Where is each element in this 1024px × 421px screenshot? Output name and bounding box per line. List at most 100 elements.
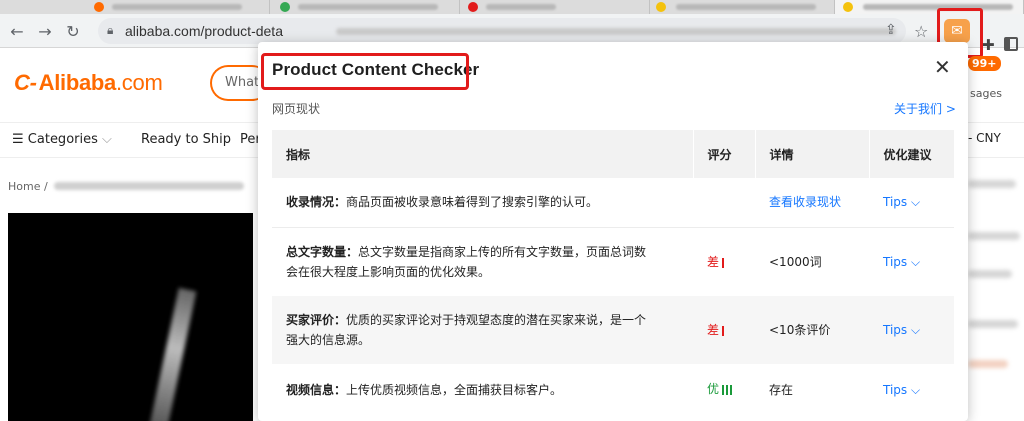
tab-title-blurred — [486, 4, 556, 10]
score-label: 差 — [707, 322, 720, 337]
table-row: 收录情况：商品页面被收录意味着得到了搜索引擎的认可。 查看收录现状 Tips ⌵ — [272, 178, 954, 228]
metric-name: 买家评价： — [286, 313, 347, 327]
tips-dropdown[interactable]: Tips ⌵ — [883, 323, 920, 337]
product-image[interactable] — [8, 213, 253, 421]
browser-tab[interactable] — [270, 0, 460, 14]
detail-cell: 查看收录现状 — [755, 178, 869, 228]
browser-tab[interactable] — [460, 0, 650, 14]
tab-strip — [0, 0, 1024, 14]
column-header: 优化建议 — [869, 130, 955, 178]
extension-popup: Product Content Checker ✕ 网页现状 关于我们 > 指标… — [258, 42, 968, 421]
column-header: 指标 — [272, 130, 694, 178]
address-bar[interactable]: 🔒︎ alibaba.com/product-deta ⇪ — [98, 18, 906, 44]
tips-dropdown[interactable]: Tips ⌵ — [883, 383, 920, 397]
tab-title-blurred — [112, 4, 242, 10]
browser-tab[interactable] — [650, 0, 835, 14]
table-row: 总文字数量：总文字数量是指商家上传的所有文字数量，页面总词数会在很大程度上影响页… — [272, 227, 954, 296]
tab-favicon-icon — [94, 2, 104, 12]
arrow-right-icon[interactable]: → — [34, 20, 56, 42]
chevron-down-icon: ⌵ — [911, 382, 921, 397]
tips-label: Tips — [883, 254, 908, 269]
detail-cell: 存在 — [755, 364, 869, 415]
chevron-down-icon: ⌵ — [911, 195, 921, 210]
title-highlight-box — [261, 53, 469, 90]
detail-cell: <10条评价 — [755, 296, 869, 364]
page-blurred — [968, 360, 1008, 368]
score-cell: 差 — [693, 227, 755, 296]
tips-cell: Tips ⌵ — [869, 364, 954, 415]
currency-selector[interactable]: - CNY — [968, 131, 1001, 145]
score-label: 差 — [707, 254, 720, 269]
logo-suffix: .com — [116, 70, 163, 95]
metric-name: 总文字数量： — [286, 244, 359, 259]
tips-cell: Tips ⌵ — [869, 178, 954, 228]
tab-title-blurred — [298, 4, 438, 10]
chevron-down-icon: ⌵ — [102, 132, 112, 147]
reload-icon[interactable]: ↻ — [62, 20, 84, 42]
section-label: 网页现状 — [272, 102, 321, 116]
arrow-left-icon[interactable]: ← — [6, 20, 28, 42]
metric-name: 视频信息： — [286, 382, 347, 397]
detail-value: <1000词 — [769, 254, 822, 269]
side-panel-icon[interactable] — [1004, 37, 1018, 51]
alibaba-logo[interactable]: C-Alibaba.com — [14, 70, 163, 96]
breadcrumb-separator: / — [43, 180, 48, 193]
score-cell — [693, 178, 755, 228]
tab-title-blurred — [676, 4, 816, 10]
categories-menu[interactable]: ☰ Categories ⌵ — [12, 132, 112, 147]
score-label: 优 — [707, 382, 720, 397]
tab-favicon-icon — [843, 2, 853, 12]
tab-favicon-icon — [468, 2, 478, 12]
table-row: 视频信息：上传优质视频信息，全面捕获目标客户。 优 存在 Tips ⌵ — [272, 364, 954, 415]
metric-description: 商品页面被收录意味着得到了搜索引擎的认可。 — [346, 195, 599, 210]
browser-tab[interactable] — [60, 0, 270, 14]
about-us-link[interactable]: 关于我们 > — [894, 100, 956, 117]
browser-tab-active[interactable] — [835, 0, 1024, 14]
metric-cell: 总文字数量：总文字数量是指商家上传的所有文字数量，页面总词数会在很大程度上影响页… — [272, 227, 693, 296]
breadcrumb-home[interactable]: Home — [8, 180, 40, 193]
column-header: 评分 — [693, 130, 756, 178]
tips-label: Tips — [883, 382, 908, 397]
detail-cell: <1000词 — [755, 227, 869, 296]
tips-cell: Tips ⌵ — [869, 296, 954, 364]
categories-label: Categories — [27, 132, 98, 147]
detail-value: 存在 — [769, 382, 794, 397]
chevron-down-icon: ⌵ — [911, 254, 921, 269]
detail-value: <10条评价 — [769, 323, 831, 337]
score-bars-icon — [722, 320, 726, 340]
logo-name: Alibaba — [38, 70, 117, 95]
chevron-down-icon: ⌵ — [911, 323, 921, 337]
close-icon[interactable]: ✕ — [934, 55, 951, 79]
score-bars-icon — [722, 252, 726, 272]
metric-cell: 视频信息：上传优质视频信息，全面捕获目标客户。 — [272, 364, 693, 415]
breadcrumb: Home / — [8, 180, 48, 193]
page-blurred — [968, 320, 1018, 328]
score-cell: 优 — [693, 364, 755, 415]
messages-badge: 99+ — [968, 56, 1001, 71]
metrics-table: 指标 评分 详情 优化建议 收录情况：商品页面被收录意味着得到了搜索引擎的认可。… — [272, 130, 955, 415]
messages-label[interactable]: sages — [970, 87, 1002, 100]
tips-label: Tips — [883, 195, 908, 210]
alibaba-mark-icon: C- — [14, 70, 37, 95]
url-text: alibaba.com/product-deta — [125, 23, 283, 39]
lock-icon: 🔒︎ — [107, 23, 114, 37]
metric-cell: 买家评价：优质的买家评论对于持观望态度的潜在买家来说，是一个强大的信息源。 — [272, 296, 693, 364]
puzzle-icon[interactable]: ✚ — [982, 36, 995, 54]
table-header-row: 指标 评分 详情 优化建议 — [272, 130, 955, 178]
tips-dropdown[interactable]: Tips ⌵ — [883, 195, 920, 209]
share-icon[interactable]: ⇪ — [885, 22, 897, 38]
metric-name: 收录情况： — [286, 195, 347, 210]
view-index-status-link[interactable]: 查看收录现状 — [769, 195, 841, 209]
currency-label: CNY — [976, 131, 1001, 145]
star-icon[interactable]: ☆ — [914, 22, 928, 41]
table-row: 买家评价：优质的买家评论对于持观望态度的潜在买家来说，是一个强大的信息源。 差 … — [272, 296, 954, 364]
tab-favicon-icon — [656, 2, 666, 12]
tab-favicon-icon — [280, 2, 290, 12]
metric-cell: 收录情况：商品页面被收录意味着得到了搜索引擎的认可。 — [272, 178, 693, 228]
breadcrumb-blurred — [54, 182, 244, 190]
nav-ready-to-ship[interactable]: Ready to Ship — [141, 132, 231, 147]
score-cell: 差 — [693, 296, 755, 364]
tips-label: Tips — [883, 323, 908, 337]
metric-description: 上传优质视频信息，全面捕获目标客户。 — [346, 382, 563, 397]
tips-dropdown[interactable]: Tips ⌵ — [883, 255, 920, 269]
